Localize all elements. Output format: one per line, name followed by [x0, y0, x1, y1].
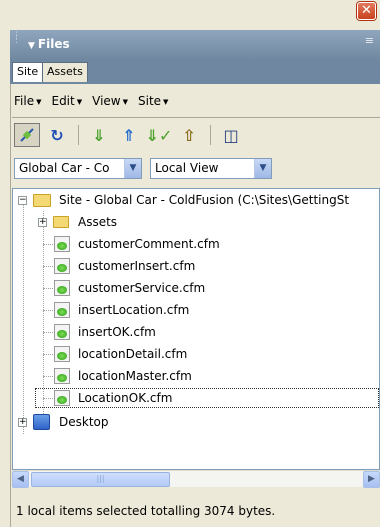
- check-out-icon: ⇓✓: [145, 125, 173, 145]
- refresh-button[interactable]: ↻: [44, 123, 70, 147]
- file-tree: − Site - Global Car - ColdFusion (C:\Sit…: [12, 188, 380, 470]
- tree-connector: [43, 266, 53, 267]
- cfm-file-icon: [54, 390, 70, 406]
- cfm-file-icon: [54, 236, 70, 252]
- tab-site[interactable]: Site: [12, 62, 44, 82]
- check-in-icon: ⇧: [182, 125, 196, 145]
- menu-edit-label: Edit: [51, 94, 75, 108]
- scroll-right-icon[interactable]: ▶: [363, 471, 380, 488]
- close-button[interactable]: ✕: [357, 2, 376, 20]
- panel-title[interactable]: ▼ Files: [28, 37, 70, 51]
- put-files-icon: ⇑: [122, 125, 136, 145]
- files-panel-header[interactable]: ⋮ ⋮ ▼ Files ≡: [10, 30, 380, 60]
- tree-file-label: insertOK.cfm: [78, 325, 156, 339]
- tree-connector: [43, 398, 53, 399]
- site-select[interactable]: Global Car - Co ▼: [14, 158, 142, 179]
- menu-file[interactable]: File ▼: [14, 92, 41, 112]
- connect-icon: [20, 128, 34, 142]
- tree-file-label: customerService.cfm: [78, 281, 206, 295]
- horizontal-scrollbar[interactable]: ◀ ||| ▶: [12, 470, 380, 488]
- expand-icon[interactable]: +: [18, 418, 27, 427]
- menu-view-label: View: [92, 94, 121, 108]
- tree-connector: [43, 244, 53, 245]
- collapse-icon[interactable]: −: [18, 196, 27, 205]
- collapse-triangle-icon: ▼: [28, 41, 35, 51]
- expand-collapse-button[interactable]: ◫: [218, 123, 244, 147]
- tree-root-site[interactable]: − Site - Global Car - ColdFusion (C:\Sit…: [13, 189, 379, 211]
- menu-separator: [12, 117, 380, 118]
- menu-view[interactable]: View ▼: [92, 92, 128, 112]
- chevron-down-icon[interactable]: ▼: [254, 159, 271, 178]
- cfm-file-icon: [54, 346, 70, 362]
- tree-file-customerservice[interactable]: customerService.cfm: [13, 277, 379, 299]
- tree-file-label: LocationOK.cfm: [78, 391, 173, 405]
- cfm-file-icon: [54, 302, 70, 318]
- tree-connector: [43, 288, 53, 289]
- get-files-button[interactable]: ⇓: [86, 123, 112, 147]
- chevron-down-icon[interactable]: ▼: [124, 159, 141, 178]
- cfm-file-icon: [54, 258, 70, 274]
- view-select[interactable]: Local View ▼: [150, 158, 272, 179]
- tree-file-label: customerComment.cfm: [78, 237, 220, 251]
- menu-edit[interactable]: Edit ▼: [51, 92, 82, 112]
- tree-desktop-label: Desktop: [59, 415, 109, 429]
- connect-button[interactable]: [14, 123, 40, 147]
- tree-file-label: locationDetail.cfm: [78, 347, 188, 361]
- get-files-icon: ⇓: [92, 125, 106, 145]
- tree-file-insertok[interactable]: insertOK.cfm: [13, 321, 379, 343]
- cfm-file-icon: [54, 280, 70, 296]
- check-in-button[interactable]: ⇧: [176, 123, 202, 147]
- tree-file-label: insertLocation.cfm: [78, 303, 190, 317]
- files-toolbar: ↻ ⇓ ⇑ ⇓✓ ⇧ ◫: [12, 121, 380, 151]
- menu-site-label: Site: [138, 94, 162, 108]
- tree-file-locationok[interactable]: LocationOK.cfm: [13, 387, 379, 409]
- tree-folder-label: Assets: [78, 215, 118, 229]
- tree-connector: [43, 332, 53, 333]
- menu-arrow-icon: ▼: [76, 97, 83, 106]
- files-menu-bar: File ▼ Edit ▼ View ▼ Site ▼: [14, 92, 168, 112]
- tree-file-insertlocation[interactable]: insertLocation.cfm: [13, 299, 379, 321]
- tree-file-locationdetail[interactable]: locationDetail.cfm: [13, 343, 379, 365]
- tree-root-label: Site - Global Car - ColdFusion (C:\Sites…: [59, 193, 350, 207]
- menu-file-label: File: [14, 94, 35, 108]
- menu-site[interactable]: Site ▼: [138, 92, 168, 112]
- menu-arrow-icon: ▼: [163, 97, 169, 106]
- cfm-file-icon: [54, 368, 70, 384]
- refresh-icon: ↻: [50, 125, 64, 145]
- cfm-file-icon: [54, 324, 70, 340]
- tree-root-desktop[interactable]: + Desktop: [13, 411, 379, 433]
- expand-icon[interactable]: +: [38, 218, 47, 227]
- status-bar: 1 local items selected totalling 3074 by…: [16, 504, 276, 518]
- put-files-button[interactable]: ⇑: [116, 123, 142, 147]
- site-select-value: Global Car - Co: [19, 161, 110, 175]
- window-top-strip: ✕: [0, 0, 380, 30]
- view-select-value: Local View: [155, 161, 219, 175]
- panel-tabs: Site Assets: [10, 60, 380, 84]
- tree-file-customercomment[interactable]: customerComment.cfm: [13, 233, 379, 255]
- toolbar-separator: [78, 125, 79, 145]
- menu-arrow-icon: ▼: [36, 97, 42, 106]
- tree-file-customerinsert[interactable]: customerInsert.cfm: [13, 255, 379, 277]
- scrollbar-thumb[interactable]: |||: [31, 472, 170, 487]
- expand-collapse-icon: ◫: [223, 125, 239, 145]
- folder-icon: [53, 216, 69, 228]
- tree-connector: [43, 354, 53, 355]
- panel-options-icon[interactable]: ≡: [365, 35, 374, 46]
- tree-file-label: locationMaster.cfm: [78, 369, 192, 383]
- tab-assets[interactable]: Assets: [42, 62, 88, 82]
- tree-connector: [43, 310, 53, 311]
- tree-file-label: customerInsert.cfm: [78, 259, 196, 273]
- toolbar-separator: [210, 125, 211, 145]
- tree-file-locationmaster[interactable]: locationMaster.cfm: [13, 365, 379, 387]
- panel-title-label: Files: [37, 37, 70, 51]
- grip-icon[interactable]: ⋮ ⋮: [12, 32, 22, 45]
- desktop-icon: [33, 414, 50, 430]
- tree-folder-assets[interactable]: + Assets: [13, 211, 379, 233]
- check-out-button[interactable]: ⇓✓: [145, 123, 173, 147]
- tree-connector: [43, 376, 53, 377]
- menu-arrow-icon: ▼: [122, 97, 128, 106]
- site-folder-icon: [33, 194, 51, 207]
- scroll-left-icon[interactable]: ◀: [12, 471, 29, 488]
